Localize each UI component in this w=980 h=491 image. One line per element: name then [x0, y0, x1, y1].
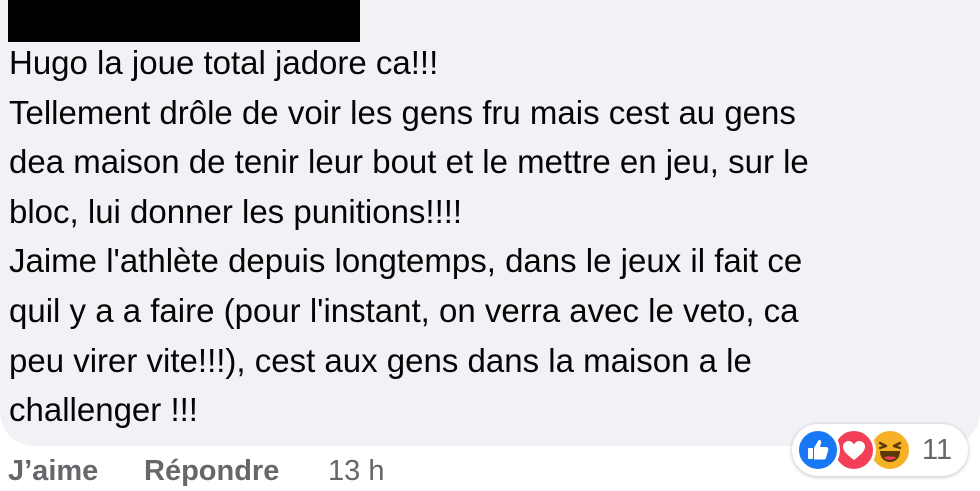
like-icon [796, 428, 840, 472]
timestamp[interactable]: 13 h [328, 452, 384, 490]
like-button[interactable]: J’aime [8, 452, 98, 490]
comment-line: peu virer vite!!!), cest aux gens dans l… [9, 341, 752, 379]
comment-line: Jaime l'athlète depuis longtemps, dans l… [9, 242, 803, 280]
comment-line: Tellement drôle de voir les gens fru mai… [9, 93, 796, 131]
comment-text: Hugo la joue total jadore ca!!! Tellemen… [9, 38, 969, 435]
reactions-summary[interactable]: 11 [792, 424, 968, 476]
comment-line: bloc, lui donner les punitions!!!! [9, 192, 463, 230]
comment-line: quil y a a faire (pour l'instant, on ver… [9, 291, 799, 329]
comment-bubble: Hugo la joue total jadore ca!!! Tellemen… [0, 0, 980, 446]
comment-line: Hugo la joue total jadore ca!!! [9, 44, 439, 81]
reaction-count: 11 [922, 434, 953, 466]
author-name-redaction [8, 0, 360, 42]
comment-line: dea maison de tenir leur bout et le mett… [9, 143, 809, 181]
reply-button[interactable]: Répondre [144, 452, 279, 490]
